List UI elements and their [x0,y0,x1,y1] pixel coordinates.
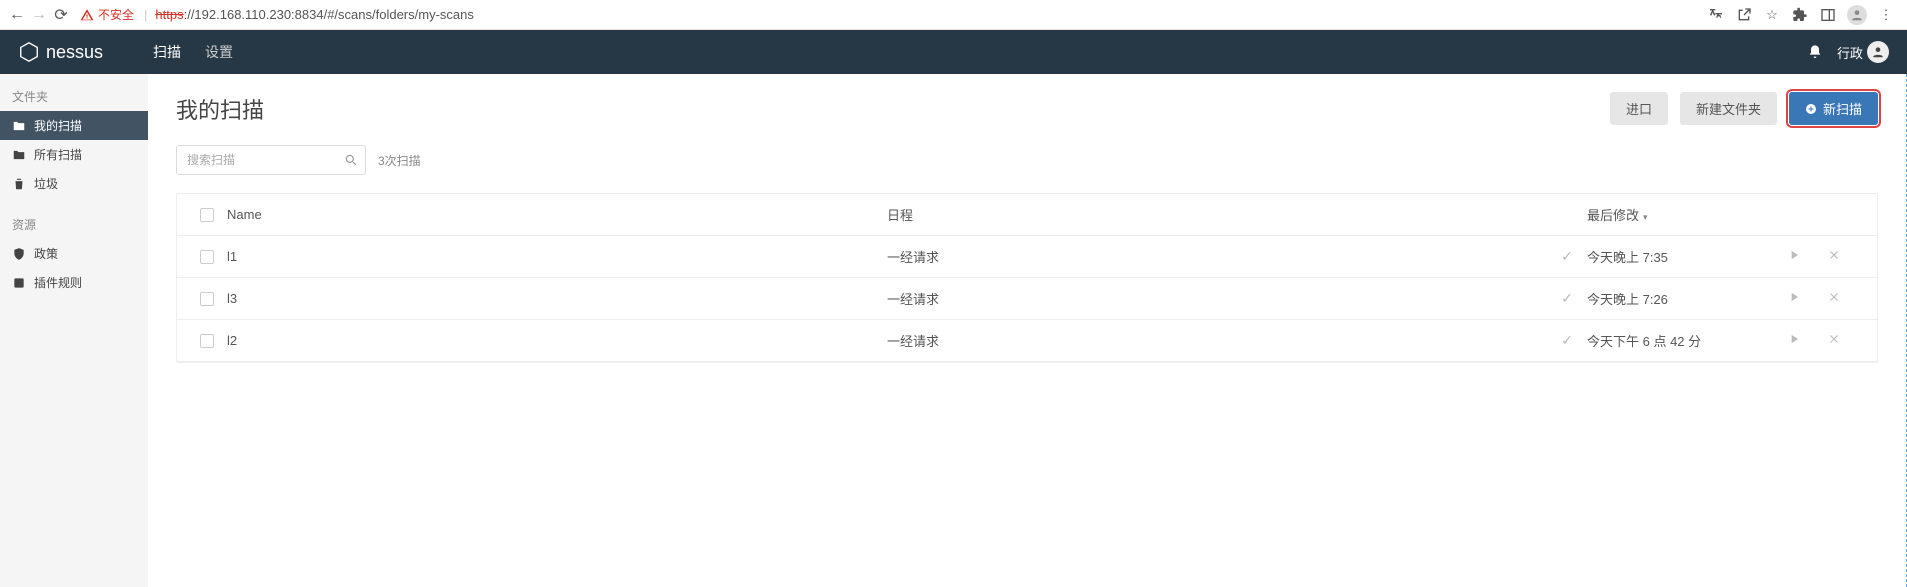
sidebar-item-label: 我的扫描 [34,117,82,134]
translate-icon[interactable] [1707,6,1725,24]
user-avatar-icon [1867,41,1889,63]
sidebar-item-plugin-rules[interactable]: 插件规则 [0,268,148,297]
cell-name: l1 [227,249,887,264]
tab-scan[interactable]: 扫描 [153,42,181,62]
insecure-label: 不安全 [98,6,134,23]
cell-schedule: 一经请求 [887,247,1547,266]
cell-modified: 今天晚上 7:26 [1587,289,1787,308]
cell-modified: 今天晚上 7:35 [1587,247,1787,266]
account-label: 行政 [1837,43,1863,62]
col-schedule[interactable]: 日程 [887,205,1547,224]
table-row[interactable]: l2一经请求✓今天下午 6 点 42 分 [177,320,1877,362]
cell-name: l3 [227,291,887,306]
import-button[interactable]: 进口 [1610,92,1668,125]
logo[interactable]: nessus [18,41,103,63]
insecure-warning[interactable]: 不安全 [80,6,134,23]
plus-circle-icon [1805,103,1817,115]
scans-table: Name 日程 最后修改▾ l1一经请求✓今天晚上 7:35l3一经请求✓今天晚… [176,193,1878,363]
cell-schedule: 一经请求 [887,289,1547,308]
search-box [176,145,366,175]
play-icon[interactable] [1787,290,1827,307]
sort-caret-icon: ▾ [1643,212,1648,222]
search-input[interactable] [176,145,366,175]
sidebar-section-resources: 资源 [0,212,148,239]
new-scan-label: 新扫描 [1823,99,1862,118]
nav-tabs: 扫描 设置 [153,42,233,62]
play-icon[interactable] [1787,332,1827,349]
star-icon[interactable]: ☆ [1763,6,1781,24]
app-header: nessus 扫描 设置 行政 [0,30,1907,74]
sidebar-item-all-scans[interactable]: 所有扫描 [0,140,148,169]
table-row[interactable]: l1一经请求✓今天晚上 7:35 [177,236,1877,278]
delete-icon[interactable] [1827,290,1867,307]
forward-icon[interactable]: → [30,6,48,24]
main-content: 我的扫描 进口 新建文件夹 新扫描 3次扫描 Name 日程 [148,74,1906,587]
delete-icon[interactable] [1827,332,1867,349]
table-row[interactable]: l3一经请求✓今天晚上 7:26 [177,278,1877,320]
sidebar: 文件夹 我的扫描 所有扫描 垃圾 资源 政策 插件规则 [0,74,148,587]
cell-schedule: 一经请求 [887,331,1547,350]
sidebar-item-my-scans[interactable]: 我的扫描 [0,111,148,140]
new-folder-button[interactable]: 新建文件夹 [1680,92,1777,125]
reload-icon[interactable]: ⟳ [52,6,70,24]
row-checkbox[interactable] [200,250,214,264]
play-icon[interactable] [1787,248,1827,265]
status-check-icon: ✓ [1547,248,1587,265]
sidebar-item-label: 所有扫描 [34,146,82,163]
sidebar-item-policies[interactable]: 政策 [0,239,148,268]
scan-count: 3次扫描 [378,152,421,169]
notifications-icon[interactable] [1807,44,1823,60]
sidebar-section-folders: 文件夹 [0,84,148,111]
table-header: Name 日程 最后修改▾ [177,194,1877,236]
status-check-icon: ✓ [1547,290,1587,307]
row-checkbox[interactable] [200,292,214,306]
status-check-icon: ✓ [1547,332,1587,349]
page-title: 我的扫描 [176,93,264,125]
browser-actions: ☆ ⋮ [1707,5,1899,25]
share-icon[interactable] [1735,6,1753,24]
col-name[interactable]: Name [227,207,887,222]
back-icon[interactable]: ← [8,6,26,24]
sidebar-item-label: 政策 [34,245,58,262]
sidebar-item-label: 垃圾 [34,175,58,192]
tab-settings[interactable]: 设置 [205,42,233,62]
profile-avatar-icon[interactable] [1847,5,1867,25]
select-all-checkbox[interactable] [200,208,214,222]
col-last-modified[interactable]: 最后修改▾ [1587,205,1787,224]
new-scan-button[interactable]: 新扫描 [1789,92,1878,125]
sidebar-item-trash[interactable]: 垃圾 [0,169,148,198]
menu-icon[interactable]: ⋮ [1877,6,1895,24]
panel-icon[interactable] [1819,6,1837,24]
row-checkbox[interactable] [200,334,214,348]
account-menu[interactable]: 行政 [1837,41,1889,63]
extensions-icon[interactable] [1791,6,1809,24]
delete-icon[interactable] [1827,248,1867,265]
search-icon[interactable] [344,153,358,167]
browser-address-bar: ← → ⟳ 不安全 | https://192.168.110.230:8834… [0,0,1907,30]
url-text[interactable]: https://192.168.110.230:8834/#/scans/fol… [151,7,1703,22]
logo-text: nessus [46,42,103,63]
sidebar-item-label: 插件规则 [34,274,82,291]
cell-modified: 今天下午 6 点 42 分 [1587,331,1787,350]
cell-name: l2 [227,333,887,348]
